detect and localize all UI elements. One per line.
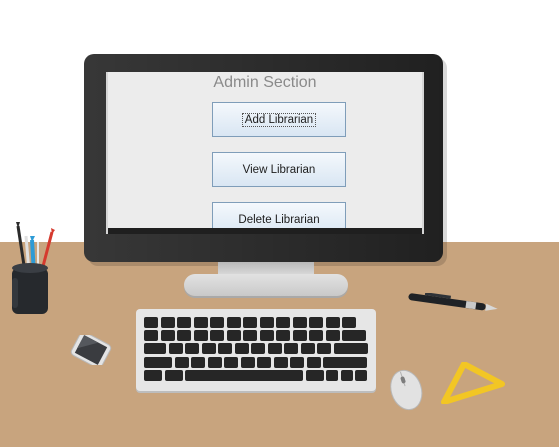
- keyboard-key: [284, 343, 298, 355]
- delete-librarian-label: Delete Librarian: [238, 213, 320, 226]
- page-title: Admin Section: [213, 74, 317, 91]
- keyboard-key: [342, 317, 356, 328]
- keyboard-key: [160, 317, 175, 328]
- keyboard-key: [226, 330, 241, 342]
- screen-bottom-edge: [108, 228, 422, 234]
- keyboard-key: [251, 343, 265, 355]
- keyboard-key: [177, 317, 191, 328]
- keyboard-key: [224, 356, 238, 368]
- monitor: Admin Section Add Librarian View Librari…: [84, 54, 443, 262]
- keyboard-key: [305, 369, 324, 381]
- keyboard-key: [290, 356, 304, 368]
- pen-icon: [408, 293, 498, 311]
- keyboard-key: [273, 356, 288, 368]
- keyboard-key: [210, 317, 224, 328]
- keyboard-key: [292, 330, 307, 342]
- keyboard-key: [210, 330, 224, 342]
- keyboard-key: [243, 317, 257, 328]
- keyboard-key: [164, 369, 183, 381]
- keyboard-key: [218, 343, 232, 355]
- keyboard-key: [191, 356, 205, 368]
- phone-icon: [70, 335, 112, 365]
- keyboard-key: [144, 343, 166, 355]
- keyboard-key: [259, 317, 274, 328]
- view-librarian-button[interactable]: View Librarian: [212, 152, 346, 187]
- keyboard-key: [323, 356, 367, 368]
- keyboard-key: [340, 369, 353, 381]
- keyboard-key: [193, 330, 208, 342]
- keyboard-keys: [144, 317, 368, 383]
- keyboard-key: [160, 330, 175, 342]
- mouse-icon: [390, 369, 423, 411]
- keyboard-key: [234, 343, 249, 355]
- keyboard-key: [325, 330, 340, 342]
- triangle-ruler-icon: [441, 362, 505, 404]
- keyboard-key: [226, 317, 241, 328]
- keyboard-key: [326, 369, 338, 381]
- monitor-stand-neck: [218, 262, 314, 274]
- add-librarian-button[interactable]: Add Librarian: [212, 102, 346, 137]
- keyboard-key: [174, 356, 189, 368]
- keyboard-key: [257, 356, 271, 368]
- keyboard-key: [193, 317, 208, 328]
- keyboard-key: [276, 330, 290, 342]
- keyboard-key: [177, 330, 191, 342]
- view-librarian-label: View Librarian: [242, 163, 316, 176]
- keyboard-key: [144, 330, 158, 342]
- keyboard-key: [306, 356, 321, 368]
- keyboard-key: [309, 330, 323, 342]
- keyboard-key: [207, 356, 222, 368]
- add-librarian-label: Add Librarian: [241, 112, 317, 127]
- keyboard-key: [185, 369, 303, 381]
- keyboard-key: [240, 356, 255, 368]
- keyboard-key: [201, 343, 216, 355]
- keyboard-key: [144, 356, 172, 368]
- keyboard: [136, 309, 376, 391]
- keyboard-key: [300, 343, 315, 355]
- keyboard-key: [333, 343, 368, 355]
- keyboard-key: [168, 343, 183, 355]
- pencil-cup-icon: [12, 222, 55, 314]
- keyboard-key: [276, 317, 290, 328]
- desk-scene: Admin Section Add Librarian View Librari…: [0, 0, 559, 447]
- keyboard-key: [309, 317, 323, 328]
- keyboard-key: [144, 369, 162, 381]
- keyboard-key: [317, 343, 331, 355]
- keyboard-key: [342, 330, 366, 342]
- monitor-stand-base: [184, 274, 348, 296]
- keyboard-key: [243, 330, 257, 342]
- app-window: Admin Section Add Librarian View Librari…: [106, 72, 424, 234]
- keyboard-key: [259, 330, 274, 342]
- keyboard-key: [144, 317, 158, 328]
- keyboard-key: [267, 343, 282, 355]
- keyboard-key: [185, 343, 199, 355]
- keyboard-key: [292, 317, 307, 328]
- keyboard-key: [325, 317, 340, 328]
- keyboard-key: [355, 369, 367, 381]
